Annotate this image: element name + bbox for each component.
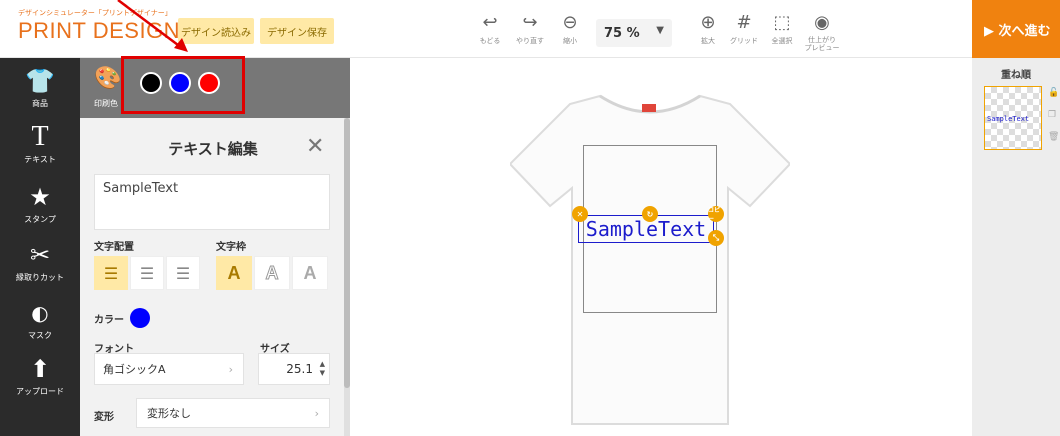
eye-icon: ◉ bbox=[814, 12, 830, 33]
layer-title: 重ね順 bbox=[1001, 70, 1031, 81]
sidebar-item-stamp[interactable]: ★ スタンプ bbox=[0, 182, 80, 225]
close-icon[interactable]: ✕ bbox=[306, 134, 324, 159]
color-label: カラー bbox=[94, 314, 124, 326]
print-designer-app: デザインシミュレーター「プリントデザイナー」 PRINT DESIGNER デザ… bbox=[0, 0, 1060, 436]
align-group: ☰ ☰ ☰ bbox=[94, 256, 200, 290]
layer-panel: 重ね順 SampleText 🔓 ❐ 🗑 bbox=[972, 58, 1060, 436]
chevron-right-icon: › bbox=[228, 362, 233, 376]
trash-icon[interactable]: 🗑 bbox=[1048, 132, 1059, 142]
preview-button[interactable]: ◉ 仕上がり プレビュー bbox=[802, 12, 842, 52]
lock-icon[interactable]: 🔓 bbox=[1048, 88, 1059, 98]
load-design-button[interactable]: デザイン読込み bbox=[178, 18, 254, 44]
redo-icon: ↪ bbox=[522, 12, 538, 33]
color-row: カラー bbox=[94, 308, 150, 328]
tshirt-icon: 👕 bbox=[25, 67, 55, 95]
size-stepper[interactable]: 25.1 ▲ ▼ bbox=[258, 353, 330, 385]
align-center-icon: ☰ bbox=[139, 263, 155, 283]
edit-panel: 🎨 印刷色 テキスト編集 ✕ SampleText 文字配置 文字枠 ☰ ☰ ☰… bbox=[80, 58, 350, 436]
sidebar-item-cut[interactable]: ✂ 縁取りカット bbox=[0, 240, 80, 283]
copy-icon[interactable]: ❐ bbox=[1048, 110, 1056, 120]
delete-handle-icon[interactable]: ✕ bbox=[572, 206, 588, 222]
transform-select[interactable]: 変形なし › bbox=[136, 398, 330, 428]
resize-handle-icon[interactable]: ⤡ bbox=[708, 230, 724, 246]
text-editor: テキスト編集 ✕ SampleText 文字配置 文字枠 ☰ ☰ ☰ A A A… bbox=[80, 118, 346, 436]
zoom-out-button[interactable]: ⊖ 縮小 bbox=[550, 12, 590, 46]
select-all-button[interactable]: ⬚ 全選択 bbox=[762, 12, 802, 46]
zoom-select[interactable]: 75 % ▼ bbox=[596, 19, 672, 47]
sidebar-item-product[interactable]: 👕 商品 bbox=[0, 66, 80, 109]
align-right-icon: ☰ bbox=[175, 263, 191, 283]
font-select[interactable]: 角ゴシックA › bbox=[94, 353, 244, 385]
mask-icon: ◐ bbox=[31, 301, 49, 325]
frame-none-button[interactable]: A bbox=[216, 256, 252, 290]
align-right-button[interactable]: ☰ bbox=[166, 256, 200, 290]
zoom-out-icon: ⊖ bbox=[562, 12, 578, 33]
undo-icon: ↩ bbox=[482, 12, 498, 33]
sidebar-item-upload[interactable]: ⬆ アップロード bbox=[0, 354, 80, 397]
sidebar-item-text[interactable]: T テキスト bbox=[0, 122, 80, 165]
layer-item[interactable]: SampleText bbox=[984, 86, 1042, 150]
zoom-in-icon: ⊕ bbox=[700, 12, 716, 33]
stamp-icon: ★ bbox=[29, 183, 51, 211]
transform-label: 変形 bbox=[94, 412, 114, 423]
spinner-icon[interactable]: ▲ ▼ bbox=[320, 360, 325, 378]
copy-handle[interactable]: コピー bbox=[708, 206, 724, 223]
align-left-icon: ☰ bbox=[103, 263, 119, 283]
design-canvas[interactable]: SampleText ✕ ↻ コピー ⤡ bbox=[350, 58, 972, 436]
align-left-button[interactable]: ☰ bbox=[94, 256, 128, 290]
color-swatch[interactable] bbox=[130, 308, 150, 328]
text-input[interactable]: SampleText bbox=[94, 174, 330, 230]
grid-icon: # bbox=[736, 12, 752, 33]
frame-shadow-button[interactable]: A bbox=[292, 256, 328, 290]
frame-label: 文字枠 bbox=[216, 242, 246, 253]
text-icon: T bbox=[31, 121, 49, 152]
upload-icon: ⬆ bbox=[29, 355, 51, 383]
zoom-in-button[interactable]: ⊕ 拡大 bbox=[688, 12, 728, 46]
logo-subtitle: デザインシミュレーター「プリントデザイナー」 bbox=[18, 9, 172, 17]
redo-button[interactable]: ↪ やり直す bbox=[510, 12, 550, 46]
header: デザインシミュレーター「プリントデザイナー」 PRINT DESIGNER デザ… bbox=[0, 0, 1060, 58]
sidebar-item-mask[interactable]: ◐ マスク bbox=[0, 298, 80, 341]
next-step-button[interactable]: ▶ 次へ進む bbox=[972, 0, 1060, 58]
save-design-button[interactable]: デザイン保存 bbox=[260, 18, 334, 44]
chevron-right-icon: › bbox=[314, 406, 319, 420]
frame-group: A A A bbox=[216, 256, 328, 290]
undo-button[interactable]: ↩ もどる bbox=[470, 12, 510, 46]
rotate-handle-icon[interactable]: ↻ bbox=[642, 206, 658, 222]
tool-sidebar: 👕 商品 T テキスト ★ スタンプ ✂ 縁取りカット ◐ マスク ⬆ アップロ… bbox=[0, 58, 80, 436]
chevron-down-icon: ▼ bbox=[656, 25, 664, 36]
grid-button[interactable]: # グリッド bbox=[724, 12, 764, 46]
select-all-icon: ⬚ bbox=[773, 12, 791, 33]
align-center-button[interactable]: ☰ bbox=[130, 256, 164, 290]
palette-icon: 🎨 bbox=[94, 66, 122, 91]
frame-outline-button[interactable]: A bbox=[254, 256, 290, 290]
align-label: 文字配置 bbox=[94, 242, 134, 253]
annotation-highlight-box bbox=[121, 56, 245, 114]
scissors-icon: ✂ bbox=[29, 241, 51, 269]
